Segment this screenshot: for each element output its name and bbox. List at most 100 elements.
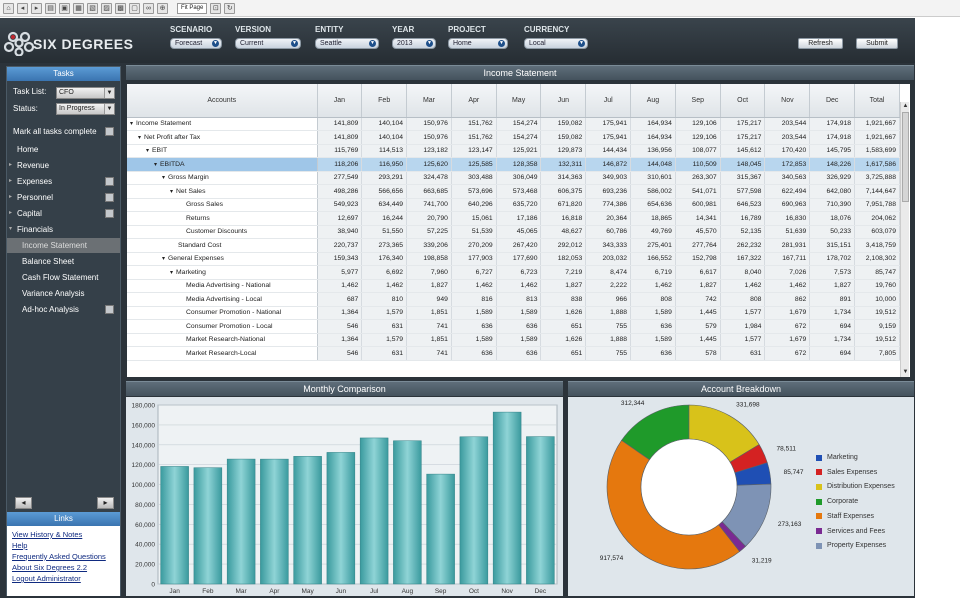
sidebar-item-revenue[interactable]: ▸ Revenue: [7, 158, 120, 173]
value-cell[interactable]: 1,734: [809, 333, 856, 347]
value-cell[interactable]: 48,627: [540, 225, 587, 239]
value-cell[interactable]: 541,071: [675, 184, 721, 199]
value-cell[interactable]: 671,820: [540, 198, 587, 212]
filter-select-currency[interactable]: Local ▼: [524, 38, 588, 49]
refresh-button[interactable]: Refresh: [798, 38, 843, 49]
value-cell[interactable]: 573,696: [451, 184, 497, 199]
value-cell[interactable]: 116,950: [361, 157, 408, 172]
link-icon[interactable]: ∞: [143, 2, 154, 14]
value-cell[interactable]: 1,462: [764, 279, 811, 293]
value-cell[interactable]: 636: [451, 346, 497, 361]
toggle-icon[interactable]: ▾: [170, 270, 173, 276]
value-cell[interactable]: 1,462: [451, 279, 497, 293]
value-cell[interactable]: 672: [764, 346, 811, 361]
value-cell[interactable]: 220,737: [317, 238, 363, 253]
value-cell[interactable]: 640,296: [451, 198, 497, 212]
value-cell[interactable]: 85,747: [854, 265, 900, 280]
page-icon[interactable]: ▢: [129, 2, 140, 14]
column-header-oct[interactable]: Oct: [720, 84, 766, 118]
value-cell[interactable]: 1,462: [361, 279, 408, 293]
value-cell[interactable]: 546: [317, 319, 363, 334]
value-cell[interactable]: 175,941: [585, 117, 632, 131]
value-cell[interactable]: 1,462: [630, 279, 676, 293]
value-cell[interactable]: 140,104: [361, 117, 408, 131]
column-header-may[interactable]: May: [496, 84, 542, 118]
value-cell[interactable]: 340,563: [764, 171, 811, 185]
value-cell[interactable]: 7,951,788: [854, 198, 900, 212]
value-cell[interactable]: 129,873: [540, 144, 587, 158]
value-cell[interactable]: 1,827: [406, 279, 452, 293]
value-cell[interactable]: 1,364: [317, 333, 363, 347]
table-row[interactable]: Gross Sales 549,923 634,449 741,700 640,296 6…: [127, 198, 900, 212]
value-cell[interactable]: 19,760: [854, 279, 900, 293]
value-cell[interactable]: 631: [361, 319, 408, 334]
value-cell[interactable]: 175,941: [585, 130, 632, 145]
toggle-icon[interactable]: ▾: [170, 189, 173, 195]
task-checkbox[interactable]: [105, 209, 114, 218]
value-cell[interactable]: 52,135: [720, 225, 766, 239]
value-cell[interactable]: 1,589: [496, 333, 542, 347]
bar-may[interactable]: [293, 456, 322, 585]
table-scrollbar[interactable]: ▲ ▼: [900, 102, 909, 377]
value-cell[interactable]: 694: [809, 319, 856, 334]
value-cell[interactable]: 154,274: [496, 117, 542, 131]
column-header-jan[interactable]: Jan: [317, 84, 363, 118]
table-row[interactable]: Market Research-National 1,364 1,579 1,851 1…: [127, 333, 900, 347]
table-row[interactable]: Consumer Promotion - Local 546 631 741 636 63…: [127, 319, 900, 334]
value-cell[interactable]: 7,960: [406, 265, 452, 280]
value-cell[interactable]: 808: [720, 292, 766, 307]
value-cell[interactable]: 1,734: [809, 306, 856, 320]
sidebar-item-capital[interactable]: ▸ Capital: [7, 206, 120, 221]
scroll-thumb[interactable]: [902, 112, 909, 202]
value-cell[interactable]: 150,976: [406, 130, 452, 145]
value-cell[interactable]: 159,082: [540, 117, 587, 131]
value-cell[interactable]: 175,217: [720, 117, 766, 131]
value-cell[interactable]: 636: [630, 319, 676, 334]
value-cell[interactable]: 38,940: [317, 225, 363, 239]
value-cell[interactable]: 6,727: [451, 265, 497, 280]
table-row[interactable]: ▾ General Expenses 159,343 176,340 198,858 17…: [127, 252, 900, 266]
value-cell[interactable]: 1,589: [451, 333, 497, 347]
value-cell[interactable]: 177,690: [496, 252, 542, 266]
value-cell[interactable]: 167,322: [720, 252, 766, 266]
filter-select-entity[interactable]: Seattle ▼: [315, 38, 379, 49]
table-row[interactable]: ▾ EBIT 115,769 114,513 123,182 123,147 125,921…: [127, 144, 900, 158]
attach-icon[interactable]: ⊕: [157, 2, 168, 14]
value-cell[interactable]: 51,550: [361, 225, 408, 239]
value-cell[interactable]: 154,274: [496, 130, 542, 145]
value-cell[interactable]: 3,725,888: [854, 171, 900, 185]
value-cell[interactable]: 966: [585, 292, 632, 307]
value-cell[interactable]: 6,723: [496, 265, 542, 280]
value-cell[interactable]: 1,984: [720, 319, 766, 334]
value-cell[interactable]: 17,186: [496, 211, 542, 226]
value-cell[interactable]: 314,363: [540, 171, 587, 185]
task-list-select[interactable]: CFO ▼: [56, 87, 115, 99]
table-row[interactable]: Market Research-Local 546 631 741 636 636 651 7…: [127, 346, 900, 361]
value-cell[interactable]: 498,286: [317, 184, 363, 199]
value-cell[interactable]: 3,418,759: [854, 238, 900, 253]
value-cell[interactable]: 204,062: [854, 211, 900, 226]
value-cell[interactable]: 12,697: [317, 211, 363, 226]
value-cell[interactable]: 141,809: [317, 117, 363, 131]
status-select[interactable]: In Progress ▼: [56, 103, 115, 115]
value-cell[interactable]: 755: [585, 319, 632, 334]
value-cell[interactable]: 273,365: [361, 238, 408, 253]
value-cell[interactable]: 60,786: [585, 225, 632, 239]
value-cell[interactable]: 150,976: [406, 117, 452, 131]
export-icon[interactable]: ▧: [87, 2, 98, 14]
zoom-select[interactable]: Fit Page: [177, 2, 208, 14]
value-cell[interactable]: 57,225: [406, 225, 452, 239]
value-cell[interactable]: 8,474: [585, 265, 632, 280]
value-cell[interactable]: 1,445: [675, 306, 721, 320]
value-cell[interactable]: 110,509: [675, 157, 721, 172]
value-cell[interactable]: 949: [406, 292, 452, 307]
value-cell[interactable]: 1,827: [809, 279, 856, 293]
value-cell[interactable]: 838: [540, 292, 587, 307]
value-cell[interactable]: 18,076: [809, 211, 856, 226]
value-cell[interactable]: 310,601: [630, 171, 676, 185]
table-row[interactable]: Returns 12,697 16,244 20,790 15,061 17,186 16,…: [127, 211, 900, 226]
value-cell[interactable]: 16,244: [361, 211, 408, 226]
bar-jun[interactable]: [326, 452, 356, 585]
value-cell[interactable]: 808: [630, 292, 676, 307]
bar-nov[interactable]: [492, 411, 522, 585]
